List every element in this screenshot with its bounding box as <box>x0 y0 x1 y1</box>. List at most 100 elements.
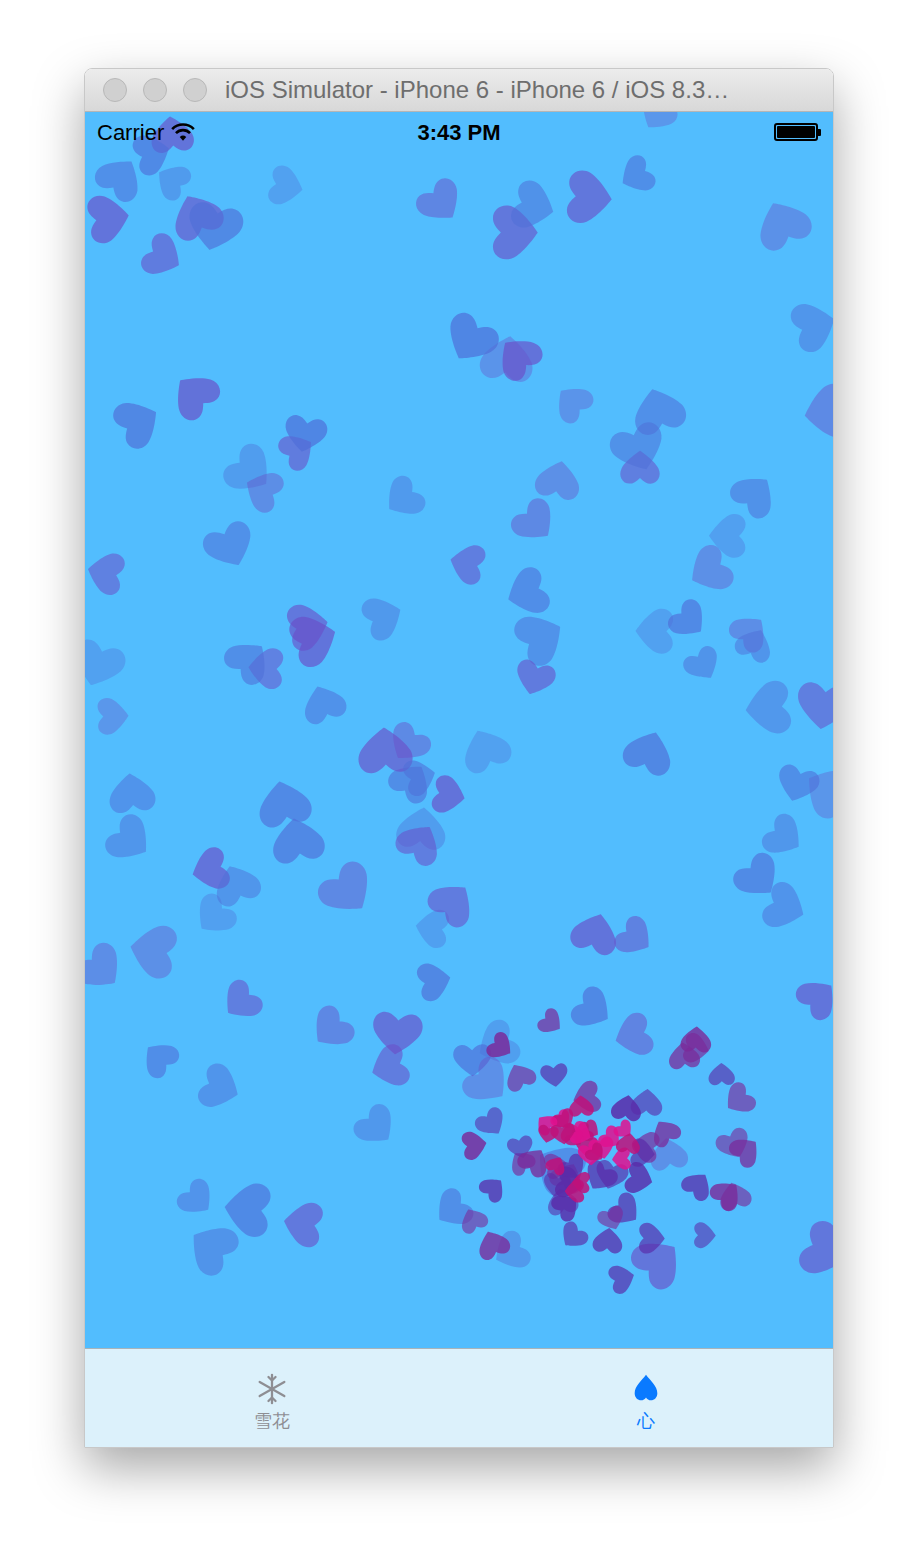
heart-particle <box>391 815 448 870</box>
heart-particle <box>611 912 660 963</box>
heart-particle <box>615 1131 642 1154</box>
page: iOS Simulator - iPhone 6 - iPhone 6 / iO… <box>0 0 918 1546</box>
heart-particle <box>508 178 560 235</box>
heart-particle <box>732 623 778 666</box>
heart-particle <box>109 391 168 453</box>
heart-particle <box>743 679 792 736</box>
heart-particle <box>183 200 246 256</box>
tab-item[interactable]: 雪花 <box>85 1349 459 1447</box>
heart-particle <box>303 1001 359 1057</box>
heart-particle <box>792 970 833 1024</box>
heart-particle <box>646 1114 683 1150</box>
heart-drop-icon <box>629 1372 663 1406</box>
heart-particle <box>208 858 264 909</box>
heart-particle <box>163 364 224 425</box>
heart-particle <box>107 771 157 814</box>
heart-particle <box>567 983 619 1037</box>
heart-particle <box>85 548 127 597</box>
heart-particle <box>377 472 430 526</box>
heart-particle <box>461 1129 489 1161</box>
heart-particle <box>607 1261 638 1296</box>
heart-particle <box>285 599 332 652</box>
carrier: Carrier <box>97 116 164 149</box>
battery-icon <box>774 123 821 141</box>
heart-particle <box>401 755 439 798</box>
screen[interactable]: Carrier 3:43 PM <box>85 112 833 1348</box>
heart-particle <box>195 1060 246 1115</box>
heart-particles <box>85 112 833 1348</box>
heart-particle <box>716 1179 753 1213</box>
heart-particle <box>635 609 673 654</box>
heart-particle <box>500 1058 538 1094</box>
heart-particle <box>215 976 267 1028</box>
status-bar: Carrier 3:43 PM <box>85 112 833 152</box>
heart-particle <box>484 1029 518 1064</box>
heart-particle <box>349 1100 403 1154</box>
title-bar[interactable]: iOS Simulator - iPhone 6 - iPhone 6 / iO… <box>85 69 833 112</box>
heart-particle <box>555 1219 591 1255</box>
heart-particle <box>415 959 454 1003</box>
tab-bar: 雪花 心 <box>85 1348 833 1447</box>
heart-particle <box>681 541 738 601</box>
heart-particle <box>592 1226 624 1254</box>
heart-particle <box>85 938 132 1000</box>
heart-particle <box>281 413 329 455</box>
heart-particle <box>101 810 160 871</box>
heart-particle <box>547 377 597 427</box>
simulator-window: iOS Simulator - iPhone 6 - iPhone 6 / iO… <box>84 68 834 1448</box>
heart-particle <box>595 1204 628 1234</box>
heart-particle <box>366 1041 413 1092</box>
tab-label: 心 <box>637 1410 655 1432</box>
heart-particle <box>565 1179 585 1203</box>
heart-particle <box>794 681 833 733</box>
heart-particle <box>476 1171 510 1205</box>
heart-particle <box>179 1214 243 1280</box>
heart-particle <box>619 724 678 778</box>
heart-particle <box>430 773 468 816</box>
heart-particle <box>583 1141 609 1167</box>
heart-particle <box>437 308 504 372</box>
heart-particle <box>456 1204 491 1236</box>
heart-particle <box>85 636 129 693</box>
heart-particle <box>726 1130 766 1171</box>
snowflake-icon <box>255 1372 289 1406</box>
heart-particle <box>610 1010 656 1061</box>
heart-particle <box>423 873 483 932</box>
heart-particle <box>313 856 383 925</box>
heart-particle <box>297 679 349 727</box>
heart-particle <box>694 1222 716 1248</box>
heart-particle <box>412 174 471 231</box>
heart-particle <box>281 1199 325 1249</box>
close-button[interactable] <box>103 78 127 102</box>
heart-particle <box>510 604 573 670</box>
zoom-button[interactable] <box>183 78 207 102</box>
heart-particle <box>795 1217 833 1284</box>
heart-particle <box>413 907 450 950</box>
heart-particle <box>678 1166 717 1204</box>
clock: 3:43 PM <box>417 116 500 149</box>
heart-particle <box>568 907 624 957</box>
heart-particle <box>507 494 564 551</box>
heart-particle <box>566 169 614 225</box>
heart-particle <box>718 1079 759 1121</box>
heart-particle <box>535 1006 567 1039</box>
tab-label: 雪花 <box>254 1410 290 1432</box>
wifi-icon <box>170 122 196 142</box>
heart-particle <box>633 112 681 138</box>
heart-particle <box>550 1123 577 1146</box>
window-title: iOS Simulator - iPhone 6 - iPhone 6 / iO… <box>225 72 729 108</box>
heart-particle <box>199 517 261 575</box>
heart-particle <box>708 1063 735 1085</box>
heart-particle <box>680 1026 712 1053</box>
heart-particle <box>86 192 132 245</box>
heart-particle <box>630 1088 663 1116</box>
heart-particle <box>539 1063 569 1089</box>
heart-particle <box>729 848 789 907</box>
heart-particle <box>749 192 816 255</box>
heart-particle <box>788 296 833 355</box>
tab-item[interactable]: 心 <box>459 1349 833 1447</box>
minimize-button[interactable] <box>143 78 167 102</box>
heart-particle <box>220 631 279 689</box>
heart-particle <box>135 1034 183 1082</box>
heart-particle <box>614 152 659 199</box>
